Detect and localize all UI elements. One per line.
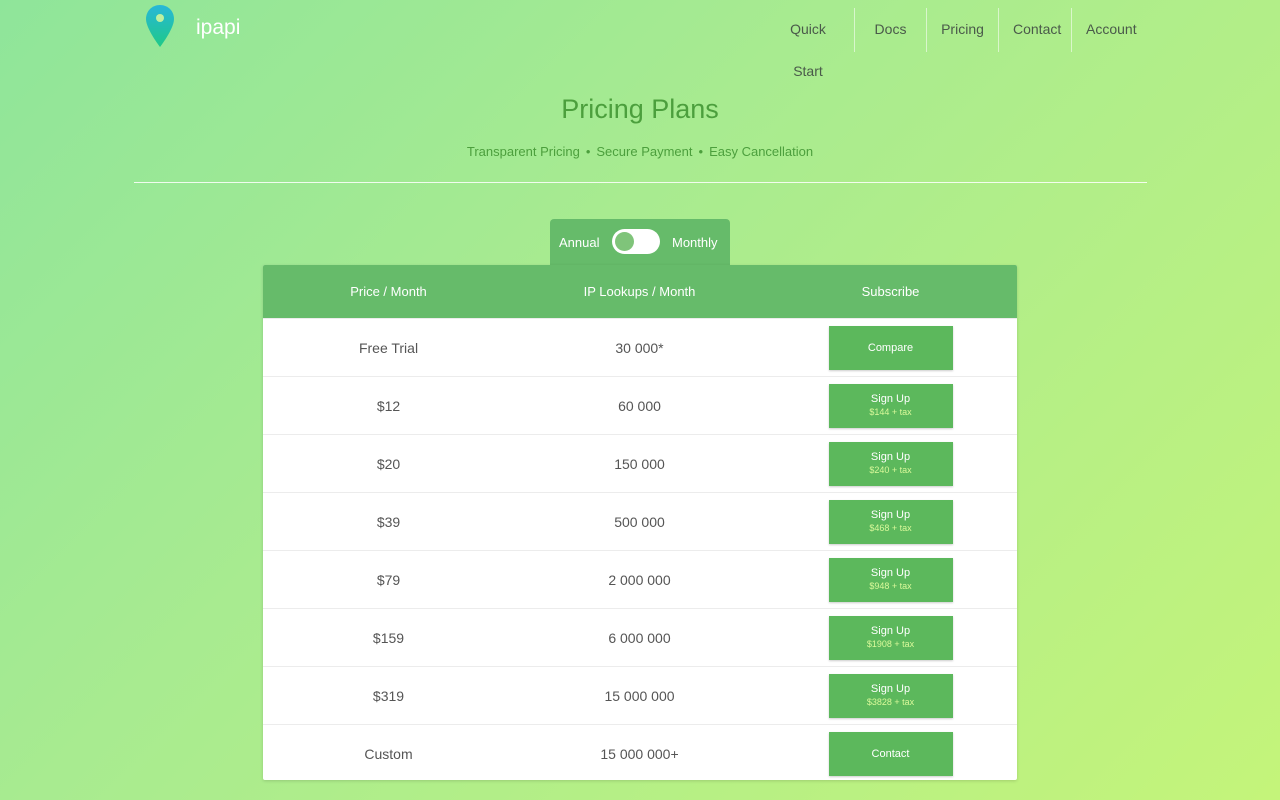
table-row: $159 6 000 000 Sign Up $1908 + tax [263,608,1017,666]
table-row: $39 500 000 Sign Up $468 + tax [263,492,1017,550]
subtitle-transparent-pricing: Transparent Pricing [466,144,580,159]
subtitle-secure-payment: Secure Payment [596,144,693,159]
row-price: $20 [376,455,401,472]
annual-total: $240 + tax [869,464,912,475]
page-title: Pricing Plans [561,94,719,124]
row-lookups: 30 000* [615,339,664,356]
annual-total: $468 + tax [869,522,912,533]
row-lookups: 6 000 000 [608,629,671,646]
row-action: Sign Up $240 + tax [765,441,1016,486]
row-price: $79 [376,571,401,588]
nav-docs[interactable]: Docs [854,8,926,52]
row-lookups: 15 000 000+ [600,745,679,762]
table-header: Price / Month IP Lookups / Month Subscri… [263,265,1017,318]
annual-total: $3828 + tax [866,696,915,707]
divider [134,182,1147,183]
row-action: Compare [765,325,1016,370]
table-row: $79 2 000 000 Sign Up $948 + tax [263,550,1017,608]
row-action: Sign Up $3828 + tax [765,673,1016,718]
row-lookups: 150 000 [614,455,665,472]
sign-up-label: Sign Up [870,682,911,695]
contact-button[interactable]: Contact [828,731,953,776]
sign-up-label: Sign Up [870,450,911,463]
annual-total: $144 + tax [869,406,912,417]
page-subtitle: Transparent Pricing • Secure Payment • Easy … [0,144,1280,159]
annual-total: $948 + tax [869,580,912,591]
toggle-annual-label[interactable]: Annual [559,235,599,250]
nav-quick-start[interactable]: Quick Start [762,8,854,79]
table-row: $20 150 000 Sign Up $240 + tax [263,434,1017,492]
top-nav: ipapi Quick Start Docs Pricing Contact A… [0,0,1280,79]
sign-up-button[interactable]: Sign Up $1908 + tax [828,615,953,660]
row-price: Free Trial [358,339,419,356]
row-price: $12 [376,397,401,414]
nav-account[interactable]: Account [1071,8,1147,52]
sign-up-label: Sign Up [870,566,911,579]
sign-up-button[interactable]: Sign Up $468 + tax [828,499,953,544]
billing-toggle: Annual Monthly [550,219,730,265]
sign-up-button[interactable]: Sign Up $3828 + tax [828,673,953,718]
table-row: Custom 15 000 000+ Contact [263,724,1017,782]
sign-up-button[interactable]: Sign Up $240 + tax [828,441,953,486]
pricing-table: Price / Month IP Lookups / Month Subscri… [263,265,1017,780]
compare-button[interactable]: Compare [828,325,953,370]
header-price: Price / Month [350,284,427,299]
row-action: Sign Up $948 + tax [765,557,1016,602]
row-action: Sign Up $144 + tax [765,383,1016,428]
row-price: $319 [372,687,405,704]
row-lookups: 500 000 [614,513,665,530]
header-subscribe: Subscribe [861,284,920,299]
billing-switch[interactable] [612,229,660,254]
row-lookups: 2 000 000 [608,571,671,588]
header-lookups: IP Lookups / Month [583,284,696,299]
row-action: Sign Up $1908 + tax [765,615,1016,660]
toggle-monthly-label[interactable]: Monthly [672,235,718,250]
subtitle-separator: • [585,144,591,159]
brand-name[interactable]: ipapi [196,16,240,40]
nav-contact[interactable]: Contact [998,8,1071,52]
subtitle-separator: • [698,144,704,159]
row-action: Contact [765,731,1016,776]
row-price: $159 [372,629,405,646]
row-lookups: 15 000 000 [604,687,675,704]
annual-total: $1908 + tax [866,638,915,649]
location-pin-icon[interactable] [145,4,175,48]
sign-up-button[interactable]: Sign Up $948 + tax [828,557,953,602]
row-price: $39 [376,513,401,530]
sign-up-label: Sign Up [870,508,911,521]
row-price: Custom [364,745,413,762]
subtitle-easy-cancellation: Easy Cancellation [709,144,814,159]
table-row: Free Trial 30 000* Compare [263,318,1017,376]
nav-menu: Quick Start Docs Pricing Contact Account [762,8,1147,79]
sign-up-button[interactable]: Sign Up $144 + tax [828,383,953,428]
sign-up-label: Sign Up [870,392,911,405]
table-row: $319 15 000 000 Sign Up $3828 + tax [263,666,1017,724]
switch-knob[interactable] [615,232,634,251]
sign-up-label: Sign Up [870,624,911,637]
row-action: Sign Up $468 + tax [765,499,1016,544]
row-lookups: 60 000 [618,397,661,414]
table-row: $12 60 000 Sign Up $144 + tax [263,376,1017,434]
nav-pricing[interactable]: Pricing [926,8,998,52]
